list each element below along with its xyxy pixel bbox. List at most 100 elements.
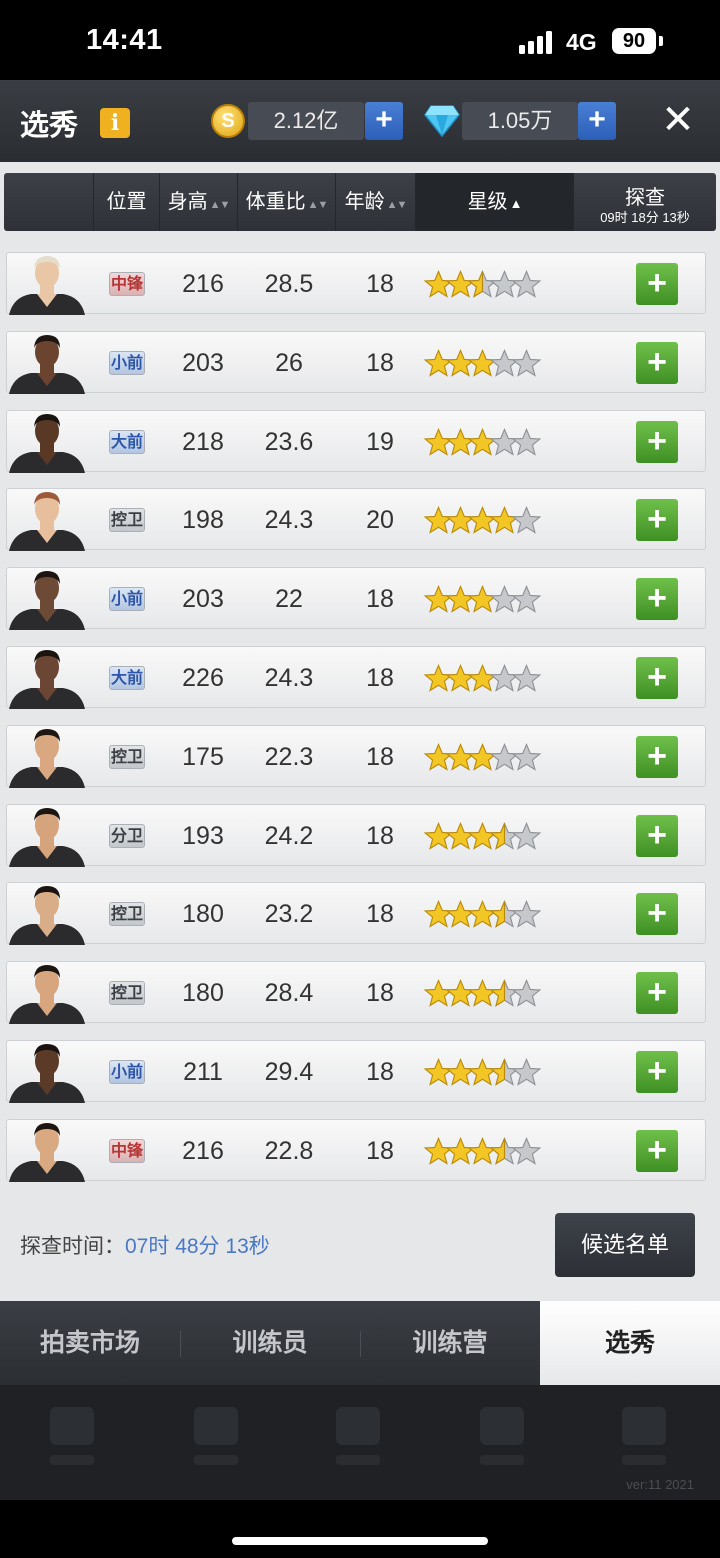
col-age-label: 年龄 <box>344 191 385 213</box>
player-row[interactable]: 大前 226 24.3 18 + <box>6 646 706 709</box>
star-icon <box>511 663 542 692</box>
info-icon[interactable]: i <box>100 108 130 138</box>
age-value: 18 <box>366 585 394 613</box>
star-icon <box>423 1057 454 1086</box>
home-indicator[interactable] <box>232 1537 488 1545</box>
star-icon <box>445 584 476 613</box>
avatar <box>7 1120 87 1182</box>
age-value: 18 <box>366 270 394 298</box>
star-icon <box>445 1136 476 1165</box>
add-player-button[interactable]: + <box>636 263 678 305</box>
battery-tip <box>659 36 663 46</box>
add-gems-button[interactable]: + <box>578 102 616 140</box>
diamond-icon <box>424 105 460 138</box>
add-player-button[interactable]: + <box>636 1130 678 1172</box>
star-rating-wrap <box>420 660 550 696</box>
star-icon <box>423 348 454 377</box>
height-value: 193 <box>182 822 224 850</box>
age-value: 18 <box>366 1058 394 1086</box>
col-height-label: 身高 <box>167 191 208 213</box>
position-badge: 大前 <box>109 430 145 454</box>
sort-icon: ▲▼ <box>386 199 408 211</box>
star-icon <box>467 505 498 534</box>
add-player-button[interactable]: + <box>636 736 678 778</box>
add-player-button[interactable]: + <box>636 499 678 541</box>
add-coins-button[interactable]: + <box>365 102 403 140</box>
star-rating-wrap <box>420 581 550 617</box>
star-rating <box>423 978 542 1007</box>
player-row[interactable]: 控卫 198 24.3 20 + <box>6 488 706 551</box>
coin-icon: S <box>211 104 245 138</box>
col-height[interactable]: 身高 ▲▼ <box>160 173 238 231</box>
add-player-button[interactable]: + <box>636 1051 678 1093</box>
scout-timer: 09时 18分 13秒 <box>600 210 690 225</box>
star-icon <box>511 1136 542 1165</box>
player-row[interactable]: 小前 203 26 18 + <box>6 331 706 394</box>
star-icon <box>467 427 498 456</box>
add-player-button[interactable]: + <box>636 342 678 384</box>
height-value: 198 <box>182 506 224 534</box>
weight-ratio-value: 26 <box>275 349 303 377</box>
col-position[interactable]: 位置 <box>94 173 160 231</box>
add-player-button[interactable]: + <box>636 421 678 463</box>
player-row[interactable]: 中锋 216 22.8 18 + <box>6 1119 706 1182</box>
player-row[interactable]: 控卫 180 23.2 18 + <box>6 882 706 945</box>
candidates-button[interactable]: 候选名单 <box>555 1213 695 1277</box>
star-icon <box>467 1136 498 1165</box>
tab-training-camp[interactable]: 训练营 <box>360 1301 540 1385</box>
age-value: 18 <box>366 979 394 1007</box>
star-icon <box>445 505 476 534</box>
player-row[interactable]: 控卫 180 28.4 18 + <box>6 961 706 1024</box>
position-badge: 中锋 <box>109 1139 145 1163</box>
col-avatar <box>4 173 94 231</box>
player-row[interactable]: 控卫 175 22.3 18 + <box>6 725 706 788</box>
age-value: 18 <box>366 1137 394 1165</box>
player-avatar <box>9 1123 85 1182</box>
avatar <box>7 253 87 315</box>
star-icon <box>445 1057 476 1086</box>
col-age[interactable]: 年龄 ▲▼ <box>336 173 416 231</box>
player-row[interactable]: 大前 218 23.6 19 + <box>6 410 706 473</box>
col-weight-ratio[interactable]: 体重比 ▲▼ <box>238 173 336 231</box>
tab-trainer[interactable]: 训练员 <box>180 1301 360 1385</box>
position-badge: 大前 <box>109 666 145 690</box>
age-value: 18 <box>366 743 394 771</box>
star-rating <box>423 1057 542 1086</box>
col-stars[interactable]: 星级 ▲ <box>416 173 574 231</box>
close-button[interactable]: ✕ <box>660 98 696 142</box>
home-area <box>0 1500 720 1558</box>
star-rating <box>423 742 542 771</box>
position-badge: 小前 <box>109 587 145 611</box>
add-player-button[interactable]: + <box>636 893 678 935</box>
star-rating-wrap <box>420 818 550 854</box>
player-avatar <box>9 492 85 551</box>
add-player-button[interactable]: + <box>636 578 678 620</box>
player-row[interactable]: 小前 211 29.4 18 + <box>6 1040 706 1103</box>
col-scout[interactable]: 探查 09时 18分 13秒 <box>574 173 716 231</box>
star-rating <box>423 663 542 692</box>
gems-value: 1.05万 <box>462 102 578 140</box>
avatar <box>7 489 87 551</box>
star-icon <box>489 505 520 534</box>
star-icon <box>489 899 520 928</box>
add-player-button[interactable]: + <box>636 815 678 857</box>
avatar <box>7 411 87 473</box>
star-icon <box>467 899 498 928</box>
player-avatar <box>9 650 85 709</box>
tab-draft[interactable]: 选秀 <box>540 1301 720 1385</box>
player-row[interactable]: 小前 203 22 18 + <box>6 567 706 630</box>
weight-ratio-value: 22.3 <box>264 743 314 771</box>
add-player-button[interactable]: + <box>636 657 678 699</box>
player-row[interactable]: 分卫 193 24.2 18 + <box>6 804 706 867</box>
add-player-button[interactable]: + <box>636 972 678 1014</box>
position-badge: 小前 <box>109 1060 145 1084</box>
height-value: 211 <box>183 1058 223 1086</box>
player-row[interactable]: 中锋 216 28.5 18 + <box>6 252 706 315</box>
star-icon <box>511 269 542 298</box>
star-icon <box>489 663 520 692</box>
star-rating <box>423 348 542 377</box>
tab-auction-market[interactable]: 拍卖市场 <box>0 1301 180 1385</box>
height-value: 203 <box>182 585 224 613</box>
star-rating <box>423 427 542 456</box>
status-bar: 14:41 4G 90 <box>0 0 720 80</box>
